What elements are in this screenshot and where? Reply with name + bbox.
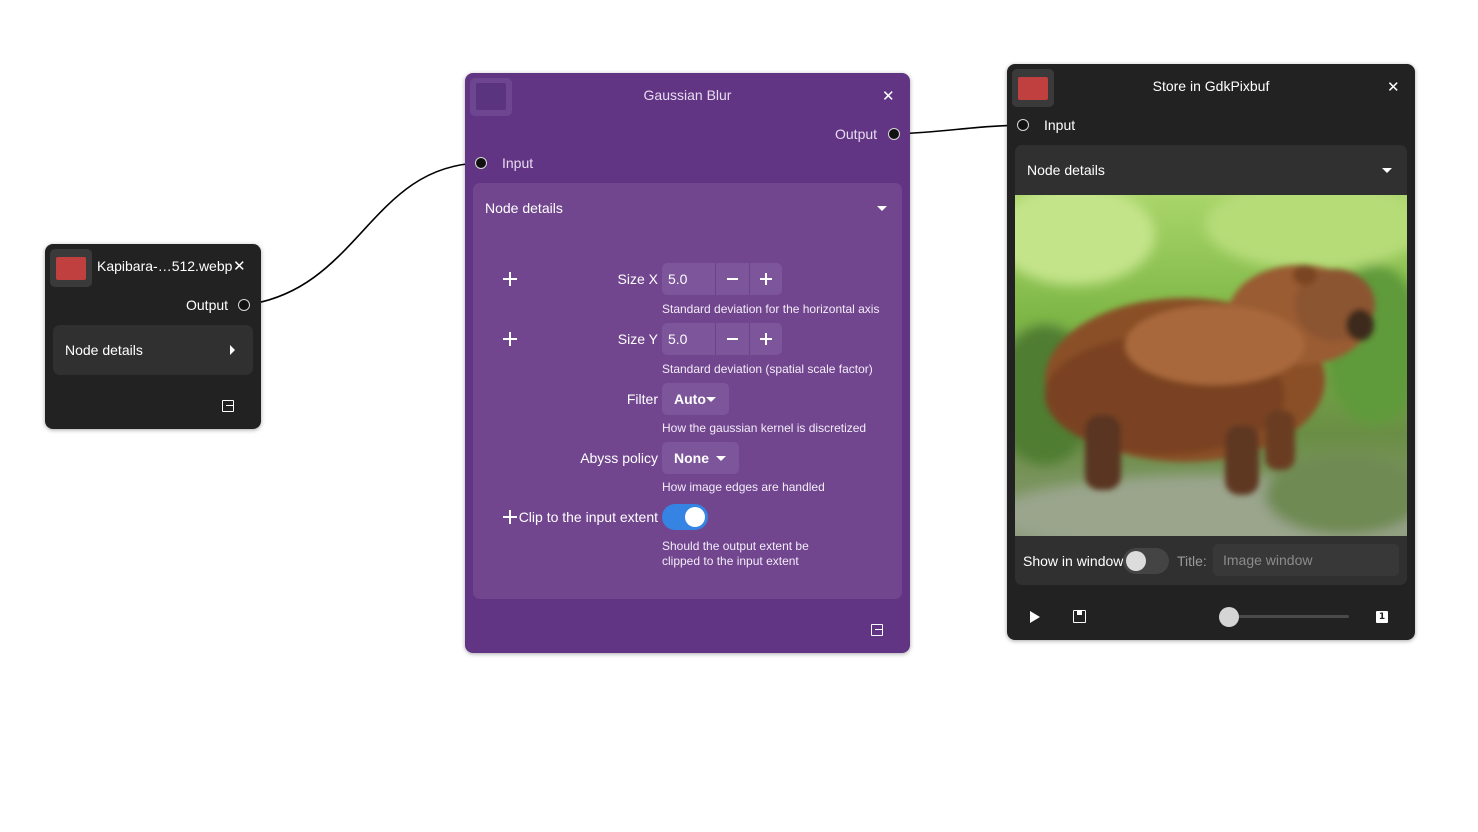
filter-description: How the gaussian kernel is discretized <box>662 421 867 435</box>
gaussian-blur-node[interactable]: Gaussian Blur ✕ Output Input Node detail… <box>465 73 910 653</box>
abyss-policy-label: Abyss policy <box>580 450 658 466</box>
store-gdkpixbuf-node[interactable]: Store in GdkPixbuf ✕ Input Node details <box>1007 64 1415 640</box>
node-details-title[interactable]: Node details <box>485 200 563 216</box>
size-x-value[interactable]: 5.0 <box>662 263 715 295</box>
save-icon[interactable] <box>1073 610 1086 623</box>
image-preview <box>1015 195 1407 536</box>
chevron-down-icon[interactable] <box>1382 168 1392 173</box>
show-in-window-switch[interactable] <box>1123 548 1169 574</box>
close-icon[interactable]: ✕ <box>233 257 246 275</box>
filter-label: Filter <box>626 391 658 407</box>
filter-dropdown[interactable]: Auto <box>662 383 729 415</box>
size-x-spinbutton[interactable]: 5.0 <box>662 263 782 295</box>
export-icon[interactable] <box>222 400 234 412</box>
output-label: Output <box>835 126 878 142</box>
node-details-title[interactable]: Node details <box>1027 162 1105 178</box>
clip-description-line1: Should the output extent be <box>662 539 809 553</box>
wire-source-to-blur <box>244 162 482 306</box>
output-port[interactable] <box>888 128 900 140</box>
node-title: Gaussian Blur <box>643 87 732 103</box>
output-label: Output <box>186 297 229 313</box>
add-keyframe-size-x-icon[interactable] <box>503 272 517 286</box>
source-node[interactable]: Kapibara-…512.webp ✕ Output Node details <box>45 244 261 429</box>
chevron-down-icon <box>716 456 726 461</box>
size-y-description: Standard deviation (spatial scale factor… <box>662 362 873 376</box>
size-y-value[interactable]: 5.0 <box>662 323 715 355</box>
input-port[interactable] <box>475 157 487 169</box>
wire-blur-to-store <box>893 124 1024 135</box>
chevron-down-icon <box>706 397 716 402</box>
increment-icon[interactable] <box>748 263 782 295</box>
close-icon[interactable]: ✕ <box>882 87 895 105</box>
node-title: Kapibara-…512.webp <box>97 258 233 274</box>
capybara-photo <box>1015 195 1407 536</box>
clip-description-line2: clipped to the input extent <box>662 554 799 568</box>
increment-icon[interactable] <box>748 323 782 355</box>
clip-label: Clip to the input extent <box>518 509 658 525</box>
switch-knob <box>685 507 705 527</box>
node-title: Store in GdkPixbuf <box>1152 78 1270 94</box>
decrement-icon[interactable] <box>715 323 748 355</box>
window-title-input[interactable]: Image window <box>1213 544 1399 576</box>
abyss-policy-dropdown[interactable]: None <box>662 442 739 474</box>
node-details-panel: Node details Show in window Title: Image… <box>1015 145 1407 585</box>
input-port[interactable] <box>1017 119 1029 131</box>
abyss-policy-description: How image edges are handled <box>662 480 825 494</box>
node-details-expander[interactable]: Node details <box>53 325 253 375</box>
size-x-label: Size X <box>617 271 658 287</box>
play-icon[interactable] <box>1030 611 1040 623</box>
abyss-policy-value: None <box>674 450 709 466</box>
add-keyframe-clip-icon[interactable] <box>503 510 517 524</box>
size-y-label: Size Y <box>617 331 658 347</box>
close-icon[interactable]: ✕ <box>1387 78 1400 96</box>
color-swatch-button[interactable] <box>50 249 92 287</box>
clip-switch[interactable] <box>662 504 708 530</box>
filter-value: Auto <box>674 391 706 407</box>
input-label: Input <box>502 155 534 171</box>
show-in-window-label: Show in window <box>1023 553 1124 569</box>
export-icon[interactable] <box>871 624 883 636</box>
add-keyframe-size-y-icon[interactable] <box>503 332 517 346</box>
node-details-panel: Node details Size X 5.0 Standard deviati… <box>473 183 902 599</box>
output-port[interactable] <box>238 299 250 311</box>
slider-knob[interactable] <box>1219 607 1239 627</box>
decrement-icon[interactable] <box>715 263 748 295</box>
clip-description: Should the output extent be clipped to t… <box>662 539 809 569</box>
switch-knob <box>1126 551 1146 571</box>
chevron-down-icon[interactable] <box>877 206 887 211</box>
chevron-right-icon <box>230 345 235 355</box>
swatch-fill <box>56 257 86 280</box>
input-label: Input <box>1044 117 1076 133</box>
node-details-title: Node details <box>65 342 143 358</box>
size-x-description: Standard deviation for the horizontal ax… <box>662 302 880 316</box>
title-label: Title: <box>1177 553 1207 569</box>
size-y-spinbutton[interactable]: 5.0 <box>662 323 782 355</box>
page-number-icon[interactable]: 1 <box>1376 611 1388 623</box>
